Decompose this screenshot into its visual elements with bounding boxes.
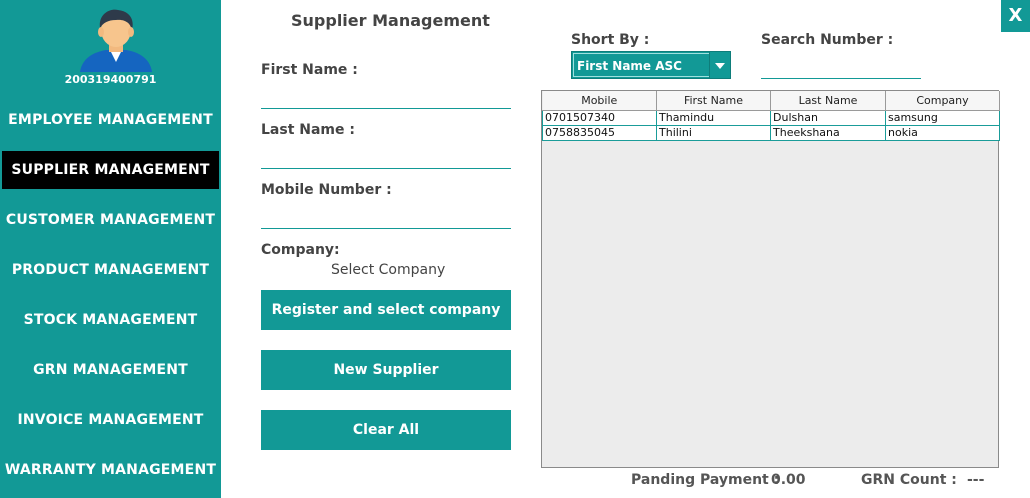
register-company-button[interactable]: Register and select company — [261, 290, 511, 330]
sidebar: 200319400791 EMPLOYEE MANAGEMENT SUPPLIE… — [0, 0, 221, 498]
first-name-field[interactable] — [261, 86, 511, 109]
close-button[interactable]: X — [1001, 0, 1030, 32]
grn-count-value: --- — [967, 472, 985, 488]
cell-company: samsung — [885, 110, 1000, 126]
last-name-field[interactable] — [261, 146, 511, 169]
sort-by-label: Short By : — [571, 32, 650, 48]
column-header-last-name[interactable]: Last Name — [770, 91, 886, 111]
sidebar-item-warranty[interactable]: WARRANTY MANAGEMENT — [0, 451, 221, 489]
sidebar-item-stock[interactable]: STOCK MANAGEMENT — [0, 301, 221, 339]
sort-dropdown[interactable]: First Name ASC — [571, 51, 731, 79]
sidebar-item-invoice[interactable]: INVOICE MANAGEMENT — [0, 401, 221, 439]
cell-company: nokia — [885, 125, 1000, 141]
table-row[interactable]: 0701507340 Thamindu Dulshan samsung — [542, 110, 1000, 126]
supplier-table[interactable]: Mobile First Name Last Name Company 0701… — [541, 90, 1000, 468]
sort-selected-value: First Name ASC — [573, 53, 710, 77]
grn-count-label: GRN Count : — [861, 472, 957, 488]
cell-last-name: Dulshan — [770, 110, 886, 126]
chevron-down-icon[interactable] — [709, 52, 730, 78]
cell-first-name: Thilini — [656, 125, 771, 141]
first-name-label: First Name : — [261, 62, 358, 78]
column-header-mobile[interactable]: Mobile — [542, 91, 657, 111]
column-header-company[interactable]: Company — [885, 91, 1000, 111]
supplier-table-grid: Mobile First Name Last Name Company 0701… — [542, 91, 1000, 141]
sidebar-item-supplier[interactable]: SUPPLIER MANAGEMENT — [2, 151, 219, 189]
new-supplier-button[interactable]: New Supplier — [261, 350, 511, 390]
company-label: Company: — [261, 242, 340, 258]
last-name-label: Last Name : — [261, 122, 355, 138]
user-id: 200319400791 — [64, 73, 157, 86]
page-title: Supplier Management — [291, 11, 490, 30]
cell-first-name: Thamindu — [656, 110, 771, 126]
mobile-number-field[interactable] — [261, 206, 511, 229]
pending-payment-label: Panding Payment : — [631, 472, 780, 488]
table-header-row: Mobile First Name Last Name Company — [542, 91, 1000, 111]
sidebar-item-product[interactable]: PRODUCT MANAGEMENT — [0, 251, 221, 289]
sidebar-item-grn[interactable]: GRN MANAGEMENT — [0, 351, 221, 389]
user-avatar-icon — [80, 9, 152, 72]
column-header-first-name[interactable]: First Name — [656, 91, 771, 111]
cell-mobile: 0701507340 — [542, 110, 657, 126]
search-number-label: Search Number : — [761, 32, 894, 48]
table-row[interactable]: 0758835045 Thilini Theekshana nokia — [542, 125, 1000, 141]
company-select[interactable]: Select Company — [331, 262, 445, 278]
cell-last-name: Theekshana — [770, 125, 886, 141]
search-number-input[interactable] — [761, 56, 921, 79]
clear-all-button[interactable]: Clear All — [261, 410, 511, 450]
cell-mobile: 0758835045 — [542, 125, 657, 141]
sidebar-item-customer[interactable]: CUSTOMER MANAGEMENT — [0, 201, 221, 239]
mobile-number-label: Mobile Number : — [261, 182, 392, 198]
pending-payment-value: 0.00 — [771, 472, 806, 488]
sidebar-item-employee[interactable]: EMPLOYEE MANAGEMENT — [0, 101, 221, 139]
